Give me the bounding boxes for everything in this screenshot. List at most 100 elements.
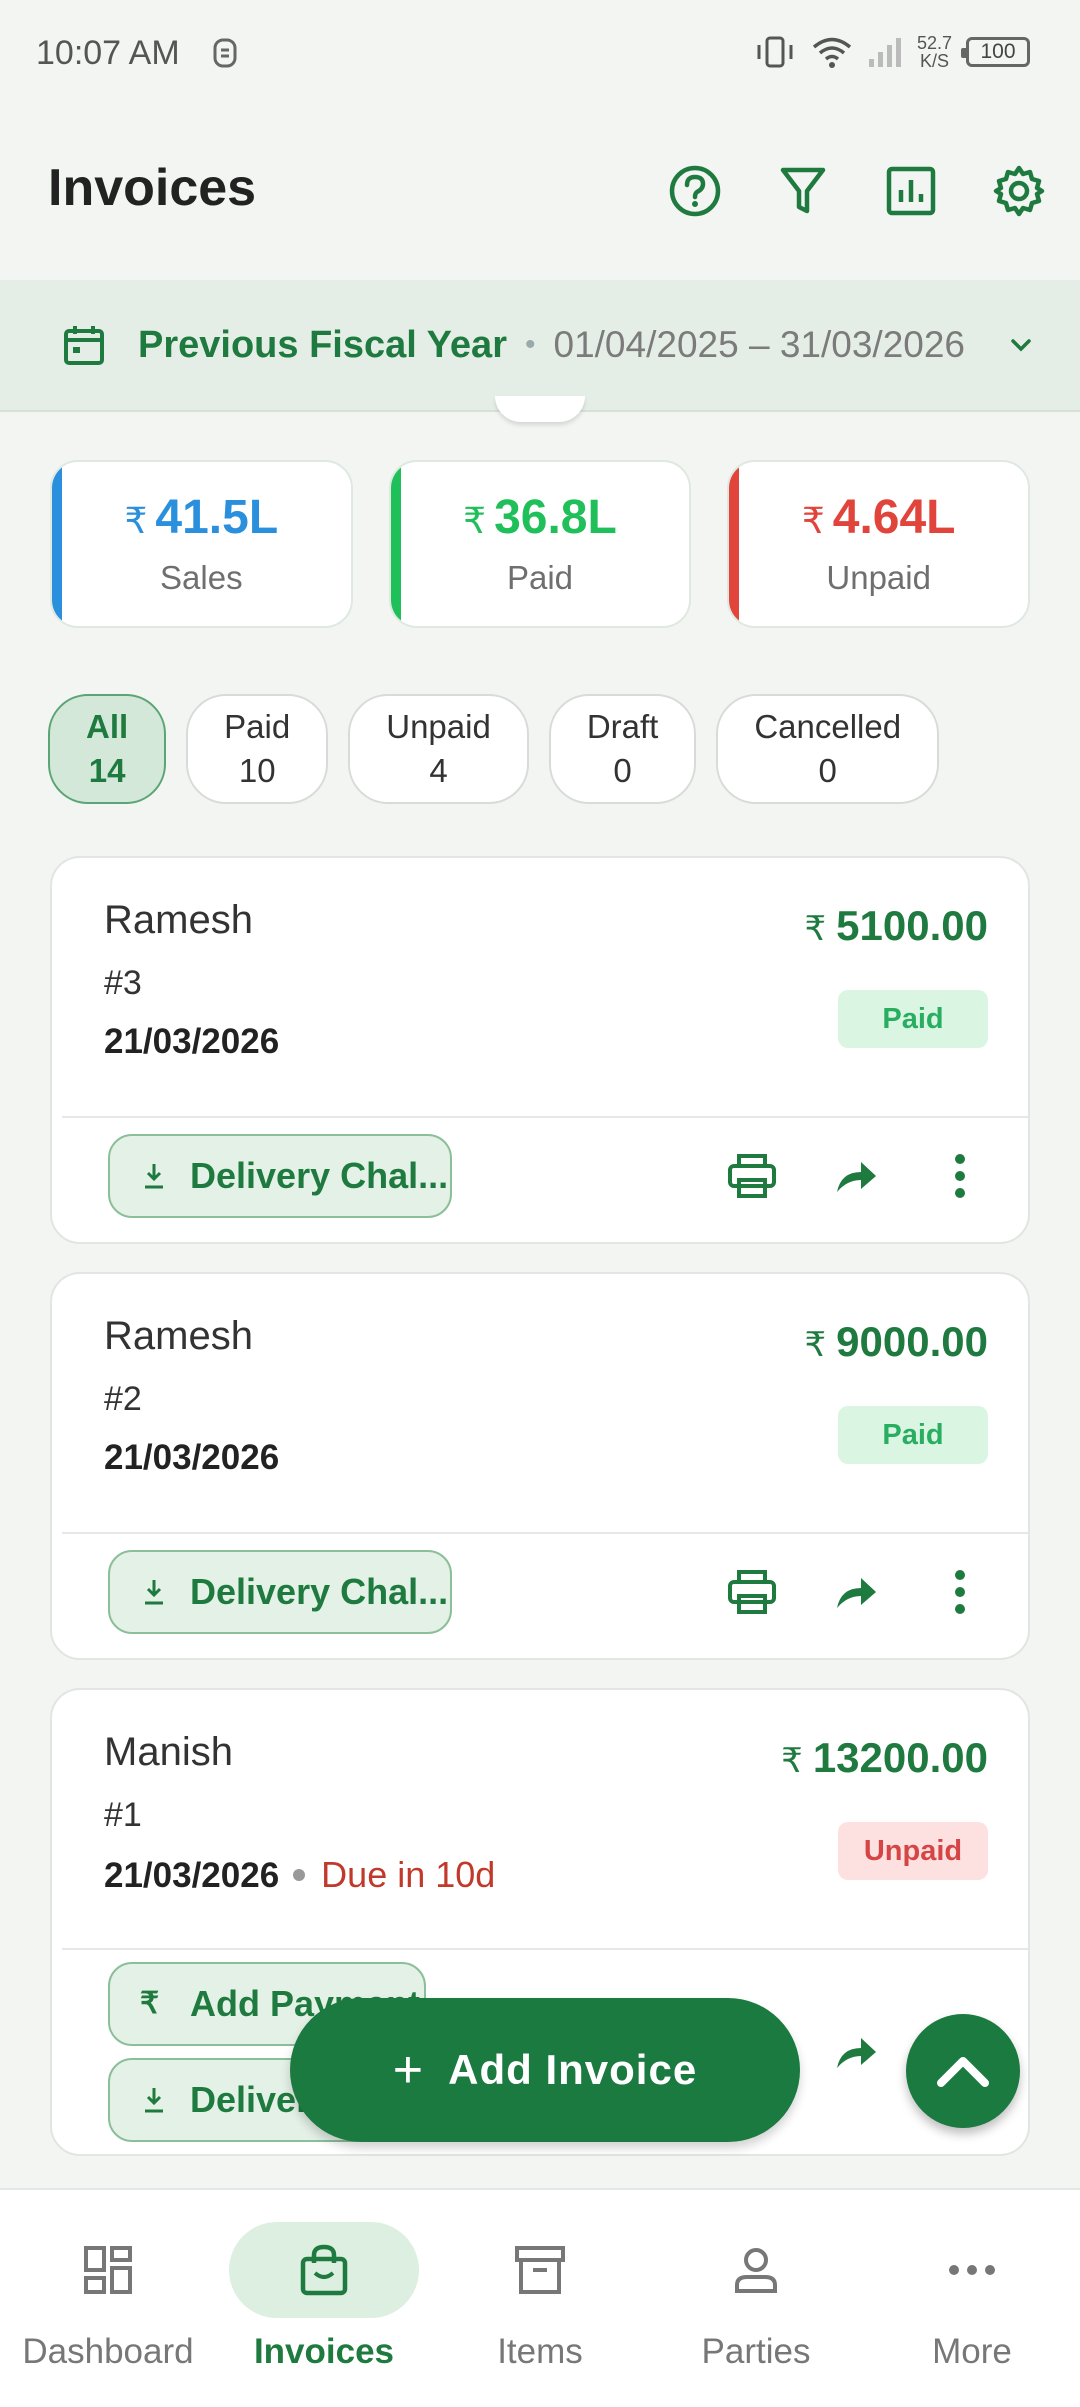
download-icon bbox=[145, 1164, 163, 1189]
help-button[interactable] bbox=[664, 160, 726, 222]
more-options-button[interactable] bbox=[932, 1148, 988, 1204]
summary-label: Unpaid bbox=[826, 559, 931, 596]
summary-label: Paid bbox=[506, 559, 574, 596]
print-icon bbox=[728, 1154, 776, 1198]
delivery-challan-button[interactable]: Delivery Chal... bbox=[108, 1550, 452, 1634]
rupee-symbol: ₹ bbox=[804, 910, 827, 948]
card-accent-bar bbox=[52, 462, 62, 626]
nav-item-items[interactable]: Items bbox=[432, 2190, 648, 2407]
chip-count: 14 bbox=[88, 752, 126, 789]
summary-card-paid[interactable]: ₹36.8L Paid bbox=[388, 460, 692, 628]
status-bar: 10:07 AM 52.7 K/S 100 bbox=[0, 0, 1080, 110]
due-label: Due in 10d bbox=[321, 1854, 496, 1895]
share-button[interactable] bbox=[828, 1148, 884, 1204]
summary-card-unpaid[interactable]: ₹4.64L Unpaid bbox=[727, 460, 1031, 628]
invoice-number: #2 bbox=[104, 1380, 142, 1418]
reports-icon bbox=[886, 166, 936, 216]
filter-chip-cancelled[interactable]: Cancelled 0 bbox=[716, 694, 940, 804]
invoice-amount: ₹9000.00 bbox=[805, 1318, 988, 1366]
date-range-label: Previous Fiscal Year bbox=[138, 323, 507, 366]
app-bar-actions bbox=[664, 160, 1050, 222]
nav-item-more[interactable]: More bbox=[864, 2190, 1080, 2407]
invoice-card[interactable]: Ramesh #3 21/03/2026 ₹5100.00 Paid Deliv… bbox=[50, 856, 1030, 1244]
more-vert-icon bbox=[955, 1154, 965, 1198]
date-range-selector[interactable]: Previous Fiscal Year • 01/04/2025 – 31/0… bbox=[0, 280, 1080, 412]
print-button[interactable] bbox=[724, 1148, 780, 1204]
invoice-date: 21/03/2026 bbox=[104, 1438, 280, 1477]
download-icon bbox=[145, 2088, 163, 2113]
add-invoice-label: Add Invoice bbox=[448, 2046, 698, 2093]
customer-name: Manish bbox=[104, 1730, 233, 1774]
nav-label: Dashboard bbox=[22, 2332, 194, 2371]
rupee-icon: ₹ bbox=[140, 1987, 160, 2020]
filter-chip-all[interactable]: All 14 bbox=[48, 694, 167, 804]
add-invoice-button[interactable]: + Add Invoice bbox=[290, 1998, 800, 2142]
filter-chip-draft[interactable]: Draft 0 bbox=[548, 694, 697, 804]
nav-item-parties[interactable]: Parties bbox=[648, 2190, 864, 2407]
rupee-symbol: ₹ bbox=[463, 500, 487, 541]
divider bbox=[62, 1948, 1028, 1950]
settings-button[interactable] bbox=[988, 160, 1050, 222]
chip-label: All bbox=[86, 708, 129, 745]
filter-chip-unpaid[interactable]: Unpaid 4 bbox=[348, 694, 529, 804]
more-options-button[interactable] bbox=[932, 1564, 988, 1620]
reports-button[interactable] bbox=[880, 160, 942, 222]
pull-handle[interactable] bbox=[495, 396, 585, 422]
customer-name: Ramesh bbox=[104, 898, 253, 942]
summary-card-sales[interactable]: ₹41.5L Sales bbox=[50, 460, 353, 628]
button-label: Delivery Chal... bbox=[190, 1155, 449, 1196]
delivery-challan-button[interactable]: Delivery Chal... bbox=[108, 1134, 452, 1218]
date-range-value: 01/04/2025 – 31/03/2026 bbox=[553, 324, 966, 365]
page-title: Invoices bbox=[48, 159, 257, 217]
person-icon bbox=[735, 2248, 777, 2293]
amount-value: 4.64L bbox=[832, 491, 956, 544]
status-badge: Paid bbox=[838, 1406, 988, 1464]
battery-icon: 100 bbox=[961, 37, 1030, 67]
invoices-screen: 10:07 AM 52.7 K/S 100 Invoices Previous … bbox=[0, 0, 1080, 2407]
rupee-symbol: ₹ bbox=[801, 500, 825, 541]
summary-cards: ₹41.5L Sales ₹36.8L Paid ₹4.64L Unpaid bbox=[50, 460, 1031, 628]
calendar-icon bbox=[64, 326, 104, 365]
download-icon bbox=[145, 1580, 163, 1605]
summary-amount: ₹36.8L bbox=[391, 490, 690, 545]
nav-icon-container bbox=[661, 2222, 851, 2318]
nav-item-invoices[interactable]: Invoices bbox=[216, 2190, 432, 2407]
card-accent-bar bbox=[729, 462, 740, 626]
share-button[interactable] bbox=[828, 2024, 884, 2080]
status-badge: Paid bbox=[838, 990, 988, 1048]
bottom-navigation: Dashboard Invoices Items Parties More bbox=[0, 2188, 1080, 2407]
invoice-number: #1 bbox=[104, 1796, 142, 1834]
card-actions bbox=[724, 1148, 988, 1204]
summary-label: Sales bbox=[160, 559, 243, 596]
rupee-symbol: ₹ bbox=[781, 1742, 803, 1780]
notification-icon bbox=[213, 38, 237, 68]
invoice-date-row: 21/03/2026 Due in 10d bbox=[104, 1854, 495, 1896]
archive-icon bbox=[515, 2246, 565, 2294]
share-icon bbox=[837, 1162, 876, 1192]
share-icon bbox=[837, 1578, 876, 1608]
chevron-up-icon bbox=[937, 2057, 989, 2087]
share-button[interactable] bbox=[828, 1564, 884, 1620]
battery-level: 100 bbox=[980, 40, 1016, 63]
scroll-to-top-button[interactable] bbox=[906, 2014, 1020, 2128]
nav-item-dashboard[interactable]: Dashboard bbox=[0, 2190, 216, 2407]
filter-chip-paid[interactable]: Paid 10 bbox=[186, 694, 329, 804]
dashboard-icon bbox=[84, 2246, 132, 2294]
amount-value: 41.5L bbox=[155, 491, 279, 544]
invoice-card[interactable]: Ramesh #2 21/03/2026 ₹9000.00 Paid Deliv… bbox=[50, 1272, 1030, 1660]
nav-icon-container bbox=[877, 2222, 1067, 2318]
more-icon bbox=[949, 2265, 995, 2275]
filter-button[interactable] bbox=[772, 160, 834, 222]
rupee-symbol: ₹ bbox=[124, 500, 148, 541]
status-badge: Unpaid bbox=[838, 1822, 988, 1880]
signal-icon bbox=[868, 38, 901, 67]
card-actions bbox=[724, 1564, 988, 1620]
chip-label: Paid bbox=[224, 708, 291, 745]
invoice-amount: ₹13200.00 bbox=[781, 1734, 988, 1782]
status-time: 10:07 AM bbox=[36, 34, 180, 72]
speed-unit: K/S bbox=[919, 51, 949, 71]
rupee-symbol: ₹ bbox=[804, 1326, 827, 1364]
print-icon bbox=[728, 1570, 776, 1614]
divider bbox=[62, 1116, 1028, 1118]
print-button[interactable] bbox=[724, 1564, 780, 1620]
